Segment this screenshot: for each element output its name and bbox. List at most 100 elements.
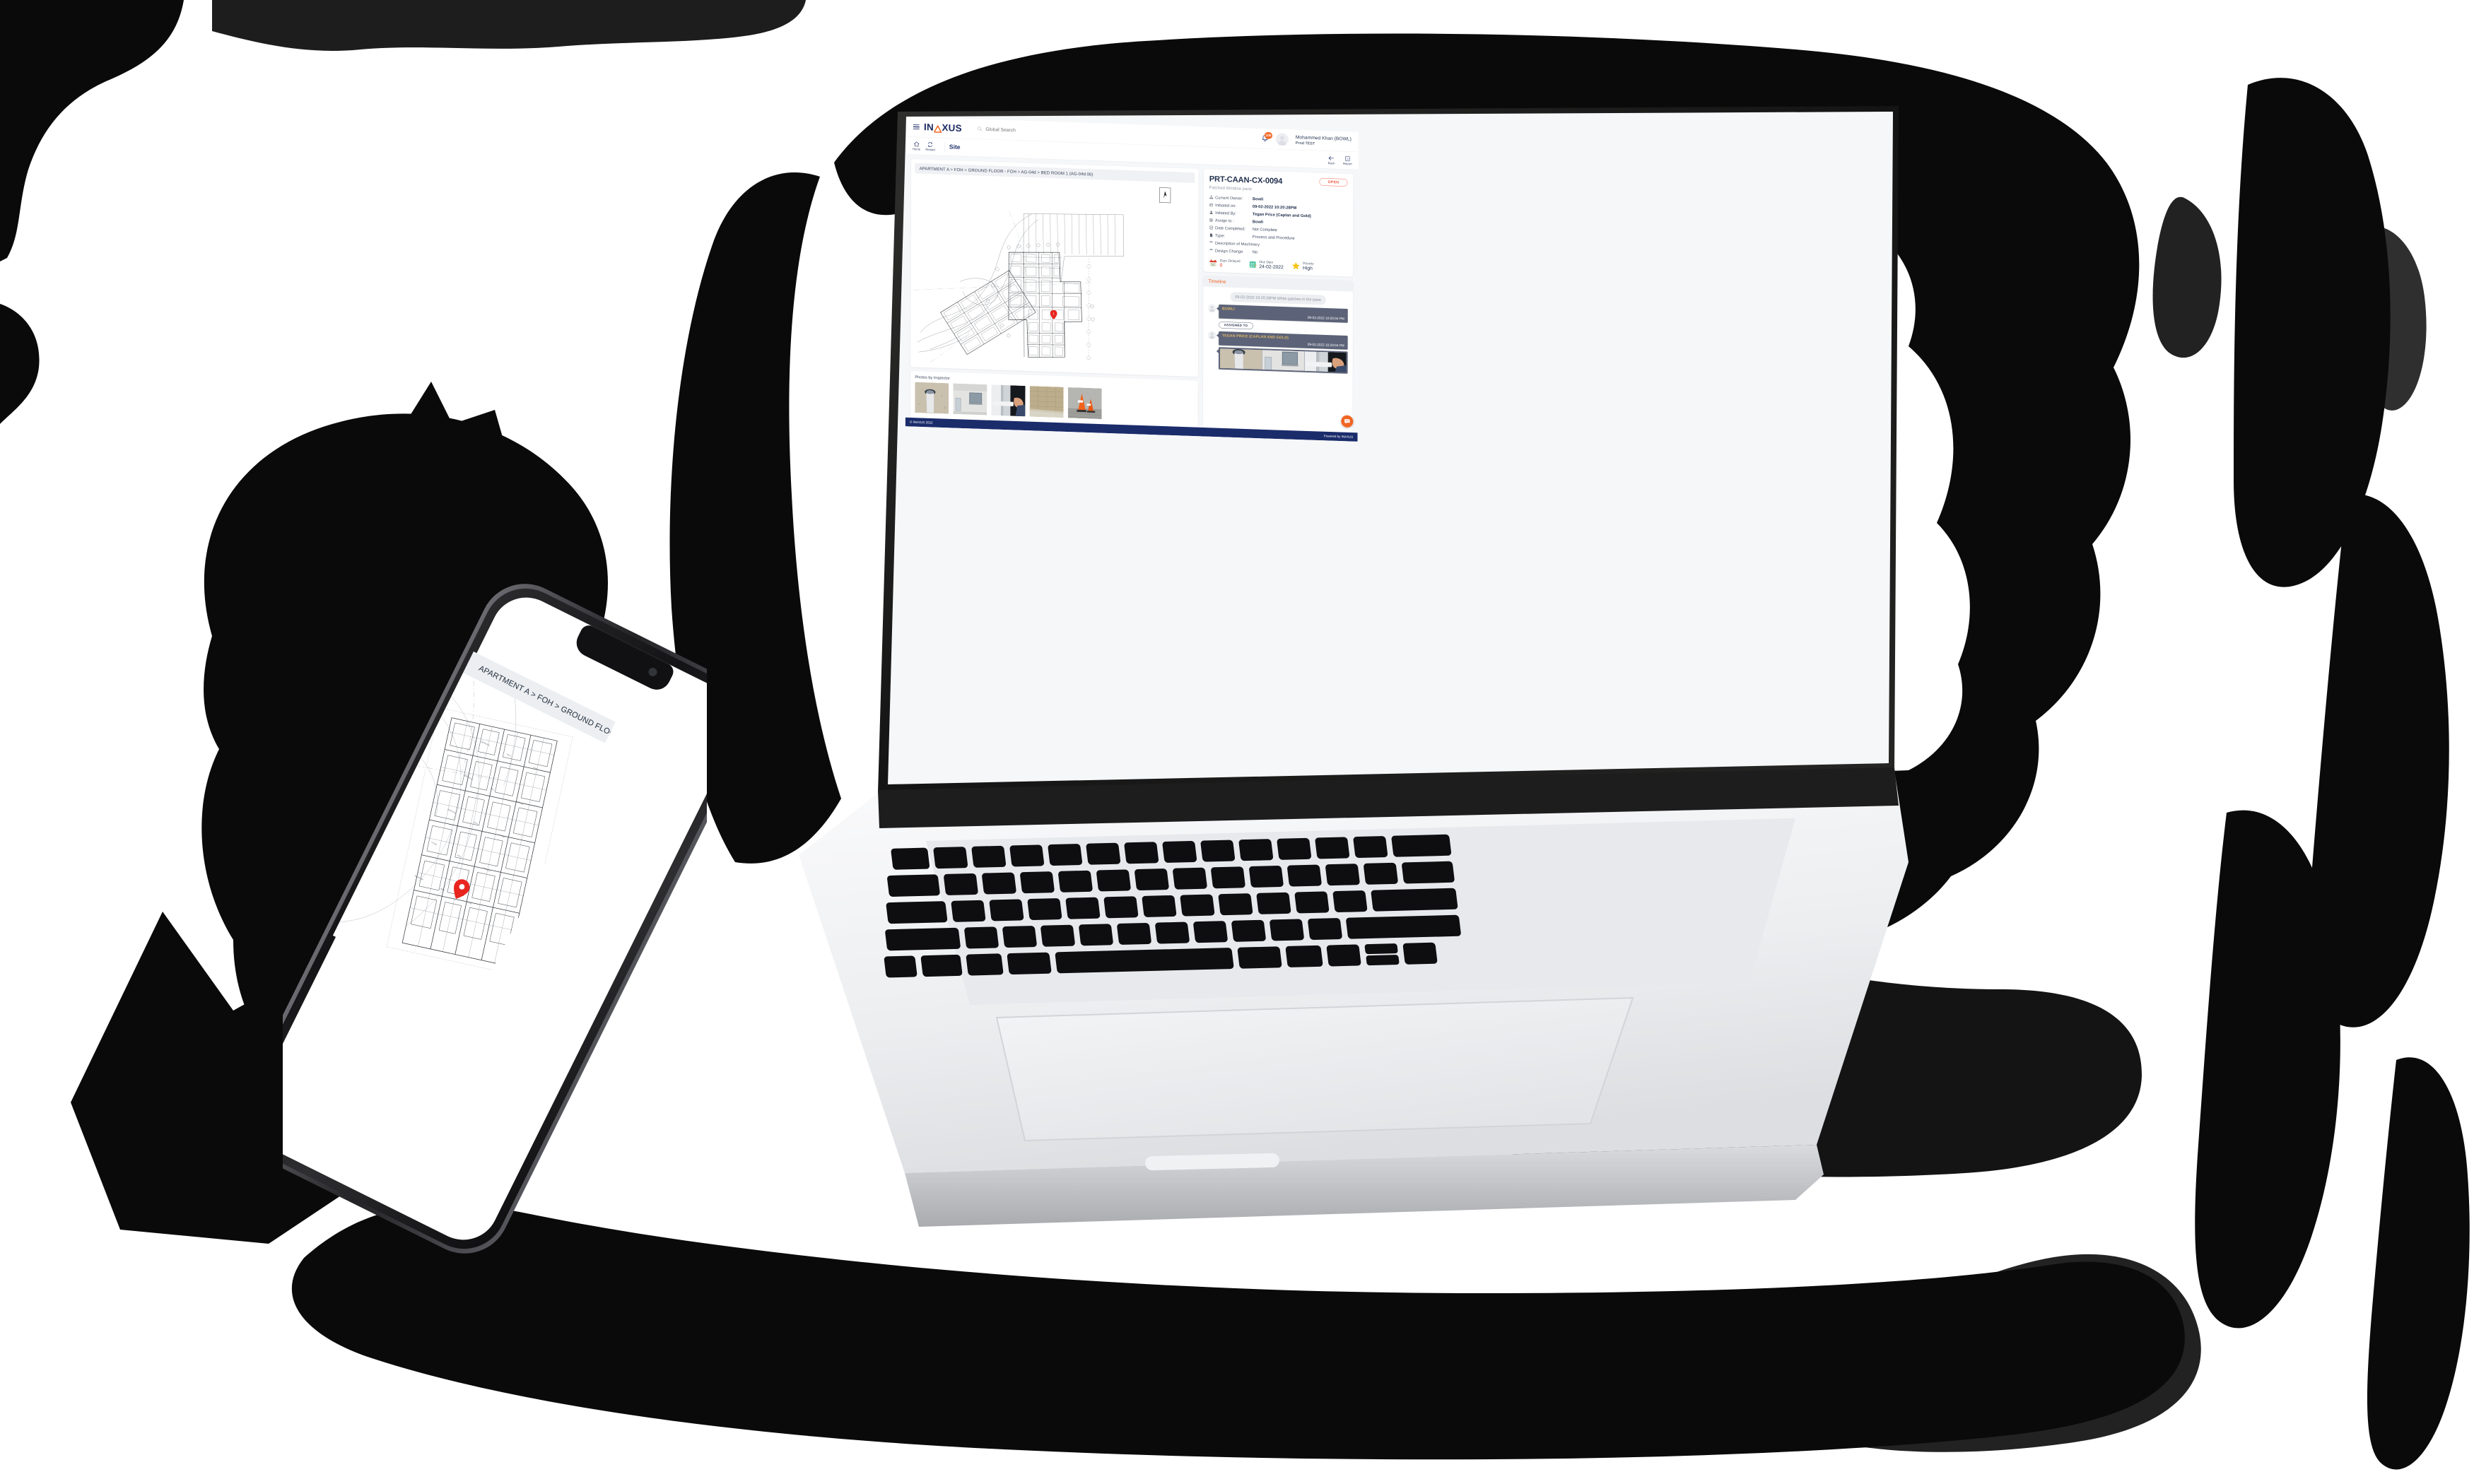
- photo-tiled-wall[interactable]: [1029, 386, 1064, 418]
- photo-window-hand[interactable]: [991, 384, 1026, 417]
- mobile-device: APARTMENT A > FOH > GROUND FLOOR BEDROOM…: [283, 572, 707, 1265]
- home-icon: [913, 141, 920, 147]
- arrow-left-icon: [1328, 155, 1335, 160]
- photo-exterior-window[interactable]: [953, 383, 987, 416]
- stat-label: Days Delayed: [1219, 259, 1241, 264]
- chat-bubble-icon: [1344, 419, 1350, 424]
- user-avatar: [1208, 304, 1217, 312]
- inaxus-logo[interactable]: IN XUS: [924, 122, 962, 134]
- field-label: Description of Machinery: [1214, 240, 1260, 247]
- field-value: Tegan Price (Caplan and Gold): [1252, 211, 1311, 218]
- stat-value: 24-02-2022: [1259, 264, 1284, 271]
- footer-copyright: © INAXUS 2022: [910, 420, 933, 425]
- laptop-device: IN XUS Global Search 105 Mohammed Khan (…: [693, 106, 1909, 1237]
- reload-button[interactable]: Reload: [925, 141, 935, 152]
- search-icon: [977, 126, 983, 132]
- chat-fab-button[interactable]: [1341, 415, 1354, 428]
- machinery-icon: [1209, 248, 1215, 254]
- stat-days-delayed: Days Delayed 0: [1209, 259, 1241, 269]
- stat-priority: Priority High: [1291, 261, 1314, 271]
- field-value: Process and Procedure: [1252, 234, 1295, 241]
- back-label: Back: [1327, 161, 1335, 165]
- field-value: Bowli: [1252, 218, 1264, 225]
- app-body: APARTMENT A > FOH > GROUND FLOOR - FOH >…: [905, 155, 1359, 433]
- user-icon: [1209, 210, 1216, 216]
- notification-badge: 105: [1264, 131, 1272, 139]
- floor-plan-viewer[interactable]: 1: [910, 173, 1199, 377]
- back-button[interactable]: Back: [1327, 155, 1335, 165]
- timeline-bubble: BOWLI 09-02-2022 10:20:04 PM: [1219, 305, 1348, 323]
- photo-exterior-window[interactable]: [1262, 350, 1305, 372]
- arrow-left-icon[interactable]: [471, 659, 477, 671]
- stat-due-date: Due Date 24-02-2022: [1248, 259, 1284, 270]
- report-label: Report: [1342, 162, 1352, 166]
- logo-triangle-icon: [933, 124, 942, 133]
- plan-column: APARTMENT A > FOH > GROUND FLOOR - FOH >…: [910, 159, 1199, 428]
- field-value: Bowli: [1252, 196, 1264, 201]
- field-label: Current Owner:: [1215, 194, 1243, 201]
- inaxus-app: IN XUS Global Search 105 Mohammed Khan (…: [905, 117, 1359, 442]
- timeline-bubble: TEGAN PRICE (CAPLAN AND GOLD) 09-02-2022…: [1218, 331, 1348, 350]
- field-value: 09-02-2022 10:20:28PM: [1252, 204, 1297, 211]
- photo-strip: [915, 382, 1193, 423]
- site-plan-drawing: [910, 179, 1199, 372]
- field-label: Initiated on:: [1215, 202, 1236, 208]
- photo-traffic-cones[interactable]: [1067, 387, 1102, 419]
- svg-text:A: A: [1347, 158, 1349, 160]
- issue-detail-card: PRT-CAAN-CX-0094 OPEN Patched Window pan…: [1203, 169, 1354, 277]
- field-label: Assign to :: [1215, 218, 1234, 223]
- user-avatar: [1208, 331, 1216, 339]
- field-value: Not Complete: [1252, 226, 1277, 232]
- detail-fields: Current Owner: Bowli Initiated on: 09-02…: [1209, 195, 1347, 258]
- assign-icon: [1209, 218, 1216, 223]
- field-label: Design Change: [1214, 248, 1243, 254]
- home-button[interactable]: Home: [913, 141, 920, 151]
- floor-plan-card: APARTMENT A > FOH > GROUND FLOOR - FOH >…: [910, 159, 1199, 377]
- org-chart-icon: [1209, 195, 1216, 201]
- star-icon: [1292, 261, 1300, 270]
- search-input[interactable]: [985, 126, 1104, 136]
- field-label: Type:: [1214, 232, 1226, 238]
- checklist-icon: [1249, 261, 1257, 268]
- photo-window-hand[interactable]: [1304, 351, 1347, 373]
- hamburger-menu-icon[interactable]: [913, 123, 920, 131]
- tab-site[interactable]: Site: [949, 143, 961, 151]
- timeline-photo-bubble: [1218, 347, 1348, 374]
- field-label: Initiated By:: [1215, 210, 1237, 216]
- home-label: Home: [912, 147, 921, 151]
- document-icon: [1209, 232, 1215, 238]
- timeline-card: Timeline 09-02-2022 10:20:28PM White pat…: [1202, 275, 1354, 433]
- global-search[interactable]: [977, 126, 1104, 136]
- pdf-report-icon: A: [1345, 155, 1350, 161]
- status-badge[interactable]: OPEN: [1319, 177, 1348, 187]
- notifications-button[interactable]: 105: [1261, 131, 1272, 143]
- assigned-to-badge: ASSIGNED TO: [1218, 322, 1253, 330]
- calendar-red-icon: [1209, 259, 1217, 267]
- timeline-entry-photos: [1208, 347, 1348, 374]
- logo-text-left: IN: [923, 122, 934, 133]
- reload-label: Reload: [925, 148, 935, 152]
- report-button[interactable]: A Report: [1342, 155, 1352, 166]
- footer-powered-by: Powered by INAXUS: [1323, 434, 1354, 439]
- field-value: No: [1252, 249, 1258, 254]
- calendar-icon: [1209, 202, 1216, 208]
- stat-value: High: [1303, 265, 1313, 271]
- avatar[interactable]: [1276, 132, 1289, 146]
- ticket-id: PRT-CAAN-CX-0094: [1209, 174, 1283, 186]
- detail-column: PRT-CAAN-CX-0094 OPEN Patched Window pan…: [1202, 169, 1354, 433]
- timeline-system-message: 09-02-2022 10:20:28PM White patches in t…: [1230, 292, 1326, 305]
- timeline-body[interactable]: 09-02-2022 10:20:28PM White patches in t…: [1203, 287, 1353, 379]
- plan-location-pin[interactable]: 1: [1050, 310, 1057, 320]
- photo-concrete-pipe[interactable]: [1219, 348, 1262, 370]
- user-info[interactable]: Mohammed Khan (BOWL) Prod TEST: [1296, 134, 1352, 146]
- reload-icon: [928, 142, 933, 147]
- user-avatar-icon: [1276, 133, 1289, 146]
- machinery-icon: [1209, 240, 1215, 246]
- timeline-entry: BOWLI 09-02-2022 10:20:04 PM: [1208, 304, 1348, 323]
- laptop-screen: IN XUS Global Search 105 Mohammed Khan (…: [905, 117, 1359, 442]
- stat-value: 0: [1219, 262, 1223, 269]
- photo-concrete-pipe[interactable]: [915, 382, 949, 414]
- checkbox-icon: [1209, 225, 1216, 231]
- detail-stats: Days Delayed 0 Due Date 24-02-2022 Prior…: [1209, 259, 1347, 273]
- logo-text-right: XUS: [942, 122, 962, 134]
